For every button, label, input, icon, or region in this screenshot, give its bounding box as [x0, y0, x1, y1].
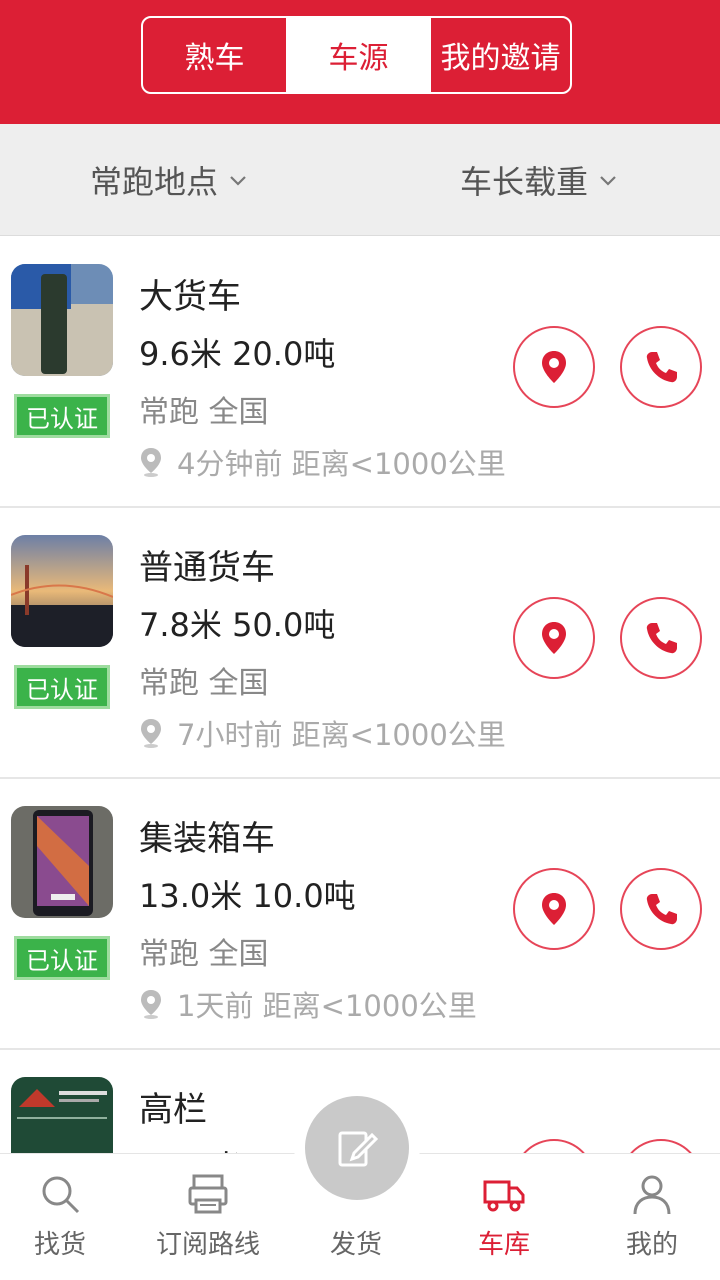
vehicle-route: 常跑 全国: [139, 937, 269, 972]
tab-my-invitations[interactable]: 我的邀请: [431, 18, 570, 92]
user-icon: [633, 1175, 671, 1215]
vehicle-route: 常跑 全国: [139, 666, 269, 701]
vehicle-meta: 1天前 距离<1000公里: [139, 983, 477, 1025]
nav-label: 我的: [625, 1230, 678, 1260]
tab-truck-source[interactable]: 车源: [286, 18, 431, 92]
ship-fab-button[interactable]: [305, 1096, 409, 1200]
vehicle-spec: 7.8米 50.0吨: [139, 606, 336, 644]
verified-badge: 已认证: [14, 936, 110, 980]
map-pin-icon: [542, 893, 566, 925]
top-header: 熟车 车源 我的邀请: [0, 0, 720, 124]
nav-label: 订阅路线: [155, 1230, 260, 1260]
nav-item-garage[interactable]: 车库: [449, 1154, 559, 1280]
nav-label: 找货: [33, 1230, 86, 1260]
location-filter-label: 常跑地点: [90, 163, 219, 201]
vehicle-meta-text: 1天前 距离<1000公里: [177, 989, 477, 1023]
nav-item-find-cargo[interactable]: 找货: [5, 1154, 115, 1280]
call-button[interactable]: [620, 597, 702, 679]
phone-icon: [646, 352, 677, 383]
nav-label: 车库: [477, 1230, 530, 1260]
length-weight-filter-label: 车长载重: [460, 163, 589, 201]
map-pin-icon: [542, 351, 566, 383]
chevron-down-icon: [600, 176, 616, 186]
nav-item-subscribe-route[interactable]: 订阅路线: [153, 1154, 263, 1280]
vehicle-photo: [11, 264, 113, 376]
call-button[interactable]: [620, 868, 702, 950]
vehicle-meta: 4分钟前 距离<1000公里: [139, 441, 506, 483]
vehicle-meta: 7小时前 距离<1000公里: [139, 712, 506, 754]
chevron-down-icon: [230, 176, 246, 186]
vehicle-photo: [11, 806, 113, 918]
location-button[interactable]: [513, 326, 595, 408]
map-pin-icon: [542, 622, 566, 654]
vehicle-spec: 9.6米 20.0吨: [139, 335, 336, 373]
vehicle-spec: 13.0米 10.0吨: [139, 877, 356, 915]
edit-icon: [338, 1131, 379, 1167]
location-pin-icon: [141, 719, 161, 748]
truck-icon: [483, 1180, 525, 1212]
vehicle-meta-text: 7小时前 距离<1000公里: [177, 718, 506, 752]
search-icon: [42, 1176, 80, 1214]
location-button[interactable]: [513, 868, 595, 950]
location-button[interactable]: [513, 597, 595, 679]
phone-icon: [646, 623, 677, 654]
vehicle-list-item[interactable]: 已认证 集装箱车 13.0米 10.0吨 常跑 全国 1天前 距离<1000公里: [0, 779, 720, 1050]
length-weight-filter-dropdown[interactable]: 车长载重: [460, 124, 618, 236]
location-filter-dropdown[interactable]: 常跑地点: [90, 124, 248, 236]
vehicle-photo: [11, 535, 113, 647]
tab-familiar-trucks[interactable]: 熟车: [143, 18, 286, 92]
vehicle-type: 普通货车: [139, 548, 275, 588]
vehicle-type: 集装箱车: [139, 819, 275, 859]
vehicle-type: 大货车: [139, 277, 241, 317]
vehicle-list-item[interactable]: 已认证 普通货车 7.8米 50.0吨 常跑 全国 7小时前 距离<1000公里: [0, 508, 720, 779]
verified-badge: 已认证: [14, 394, 110, 438]
vehicle-type: 高栏: [139, 1090, 207, 1130]
nav-item-mine[interactable]: 我的: [597, 1154, 707, 1280]
nav-label: 发货: [329, 1230, 382, 1260]
vehicle-meta-text: 4分钟前 距离<1000公里: [177, 447, 506, 481]
printer-icon: [188, 1174, 228, 1214]
filter-bar: 常跑地点 车长载重: [0, 124, 720, 236]
location-pin-icon: [141, 448, 161, 477]
verified-badge: 已认证: [14, 665, 110, 709]
vehicle-route: 常跑 全国: [139, 395, 269, 430]
segmented-tabs: 熟车 车源 我的邀请: [141, 16, 572, 94]
phone-icon: [646, 894, 677, 925]
location-pin-icon: [141, 990, 161, 1019]
call-button[interactable]: [620, 326, 702, 408]
vehicle-list-item[interactable]: 已认证 大货车 9.6米 20.0吨 常跑 全国 4分钟前 距离<1000公里: [0, 237, 720, 508]
